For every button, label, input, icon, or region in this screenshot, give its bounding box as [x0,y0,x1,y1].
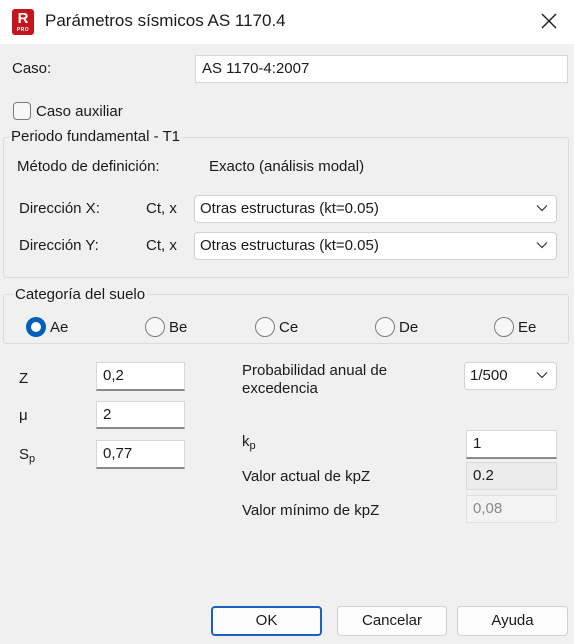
caso-auxiliar-label[interactable]: Caso auxiliar [36,103,123,120]
caso-label: Caso: [12,60,52,77]
radio-ce-label[interactable]: Ce [279,319,298,336]
kp-field[interactable]: 1 [466,430,557,459]
caso-auxiliar-checkbox[interactable] [13,102,31,120]
mu-label: μ [19,407,28,424]
z-field[interactable]: 0,2 [96,362,185,391]
periodo-legend: Periodo fundamental - T1 [9,128,182,145]
radio-ae-label[interactable]: Ae [50,319,68,336]
probabilidad-label-line2: excedencia [242,380,318,397]
sp-field[interactable]: 0,77 [96,440,185,469]
sp-label-sub: p [29,453,36,465]
radio-de-label[interactable]: De [399,319,418,336]
radio-ee-label[interactable]: Ee [518,319,536,336]
probabilidad-value: 1/500 [470,367,508,384]
direccion-x-param: Ct, x [146,200,177,217]
mu-field[interactable]: 2 [96,401,185,429]
radio-de[interactable] [375,317,395,337]
direccion-x-label: Dirección X: [19,200,100,217]
chevron-down-icon [536,205,548,212]
sp-label: Sp [19,446,35,465]
close-icon[interactable] [538,10,560,32]
radio-ce[interactable] [255,317,275,337]
radio-ae[interactable] [26,317,46,337]
kp-label-sub: p [249,440,256,452]
kpz-actual-field: 0.2 [466,462,557,490]
direccion-y-param: Ct, x [146,237,177,254]
app-icon-badge: PRO [16,27,30,33]
radio-ee[interactable] [494,317,514,337]
kp-label: kp [242,433,256,452]
chevron-down-icon [536,242,548,249]
app-icon-letter: R [17,10,29,27]
kpz-minimo-field: 0,08 [466,495,557,523]
direccion-y-value: Otras estructuras (kt=0.05) [200,237,379,254]
kpz-minimo-label: Valor mínimo de kpZ [242,502,380,519]
ok-button[interactable]: OK [211,606,322,636]
kp-label-main: k [242,433,250,450]
probabilidad-select[interactable]: 1/500 [464,362,557,390]
direccion-y-select[interactable]: Otras estructuras (kt=0.05) [194,232,557,260]
radio-be-label[interactable]: Be [169,319,187,336]
direccion-x-value: Otras estructuras (kt=0.05) [200,200,379,217]
kpz-actual-label: Valor actual de kpZ [242,468,371,485]
radio-be[interactable] [145,317,165,337]
probabilidad-label: Probabilidad anual de excedencia [242,362,387,398]
caso-field[interactable]: AS 1170-4:2007 [195,55,568,83]
z-label: Z [19,370,29,387]
app-icon: R PRO [12,9,34,35]
direccion-x-select[interactable]: Otras estructuras (kt=0.05) [194,195,557,223]
suelo-legend: Categoría del suelo [13,286,148,303]
chevron-down-icon [536,372,548,379]
direccion-y-label: Dirección Y: [19,237,99,254]
help-button[interactable]: Ayuda [457,606,568,636]
cancel-button[interactable]: Cancelar [337,606,447,636]
metodo-value: Exacto (análisis modal) [209,158,365,175]
metodo-label: Método de definición: [17,158,160,175]
probabilidad-label-line1: Probabilidad anual de [242,362,388,379]
sp-label-main: S [19,446,30,463]
window-title: Parámetros sísmicos AS 1170.4 [45,11,286,30]
